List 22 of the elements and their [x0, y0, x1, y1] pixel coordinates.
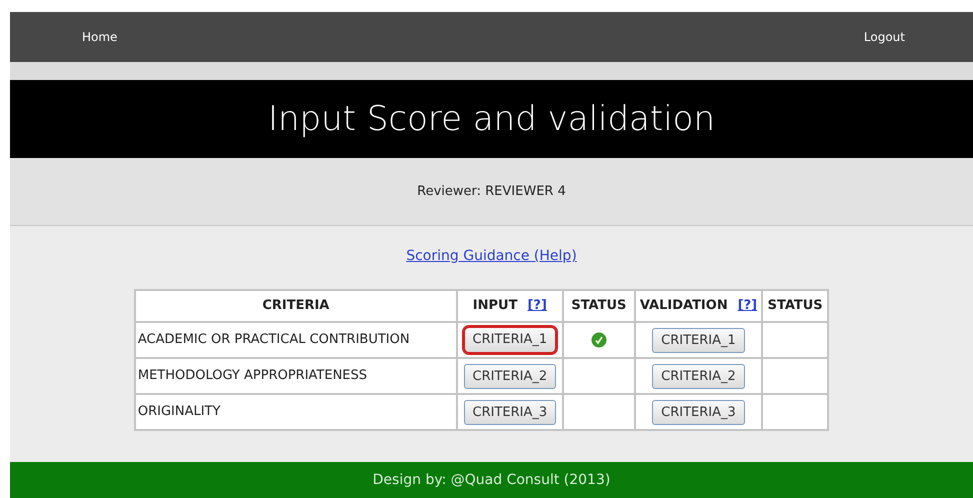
criteria-button[interactable]: CRITERIA_2	[464, 364, 556, 390]
help-link[interactable]: [?]	[527, 298, 547, 314]
home-link[interactable]: Home	[82, 28, 118, 46]
criteria-button[interactable]: CRITERIA_3	[464, 400, 556, 426]
table-cell: METHODOLOGY APPROPRIATENESS	[134, 358, 457, 394]
column-header: STATUS	[762, 290, 828, 322]
criteria-button[interactable]: CRITERIA_3	[652, 400, 745, 426]
column-header: INPUT [?]	[456, 290, 563, 322]
criteria-button[interactable]: CRITERIA_1	[652, 328, 745, 354]
footer-text: Design by: @Quad Consult (2013)	[372, 470, 610, 490]
reviewer-label: Reviewer: REVIEWER 4	[417, 182, 566, 201]
column-header: STATUS	[562, 290, 635, 322]
help-link[interactable]: [?]	[738, 298, 758, 314]
column-header: CRITERIA	[134, 290, 457, 322]
column-header: VALIDATION [?]	[634, 290, 762, 322]
criteria-button[interactable]: CRITERIA_1	[462, 326, 558, 354]
logout-link[interactable]: Logout	[864, 28, 905, 46]
help-link[interactable]: Scoring Guidance (Help)	[406, 246, 577, 267]
page-title: Input Score and validation	[268, 98, 716, 140]
criteria-button[interactable]: CRITERIA_2	[652, 364, 745, 390]
table-cell: ORIGINALITY	[134, 394, 457, 430]
table-cell: ACADEMIC OR PRACTICAL CONTRIBUTION	[134, 322, 457, 358]
